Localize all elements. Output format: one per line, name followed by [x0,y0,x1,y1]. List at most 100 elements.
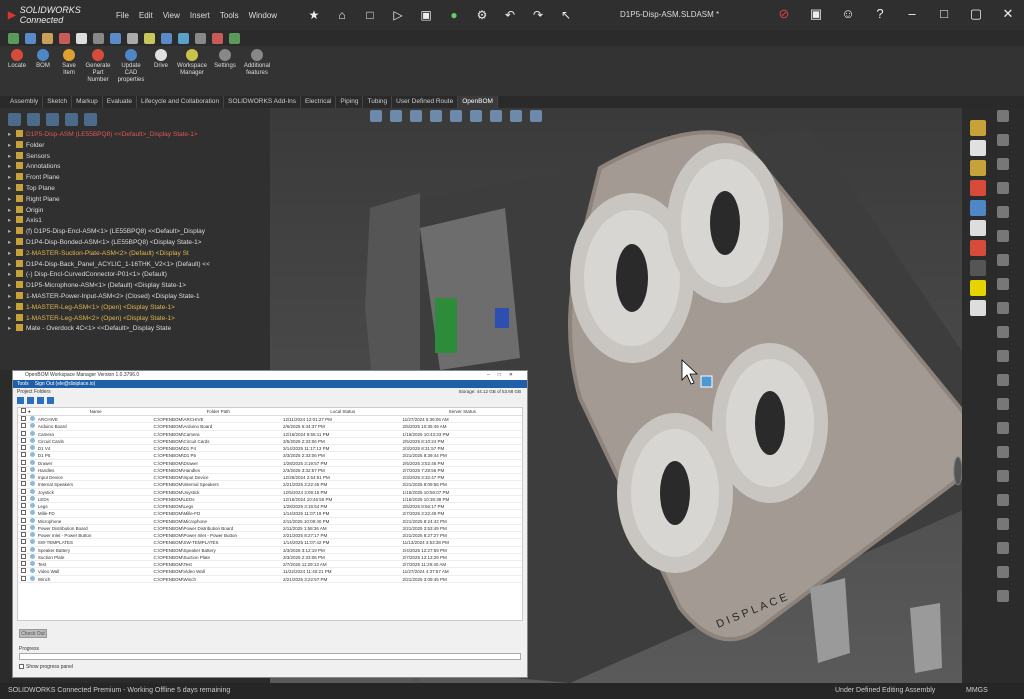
row-checkbox[interactable] [21,481,26,487]
settings-icon[interactable] [47,397,54,404]
tab-electrical[interactable]: Electrical [301,96,337,108]
undo-icon[interactable]: ↶ [503,8,517,22]
tool-icon[interactable] [997,230,1009,242]
display-manager-icon[interactable] [84,112,97,126]
workspace-manager-button[interactable]: Workspace Manager [176,46,208,96]
tab-addins[interactable]: SOLIDWORKS Add-Ins [224,96,302,108]
tool-icon[interactable] [161,32,172,44]
table-row[interactable]: Winch C:\OPENBOM\Winch 2/21/2025 3:22:57 P… [18,575,522,583]
expand-arrow-icon[interactable]: ▸ [8,130,16,141]
locate-button[interactable]: Locate [6,46,28,96]
tree-item[interactable]: ▸ 1-MASTER-Power-Input-ASM<2> (Closed) <D… [8,291,223,303]
tab-markup[interactable]: Markup [72,96,103,108]
expand-arrow-icon[interactable]: ▸ [8,238,16,249]
row-checkbox[interactable] [21,553,26,559]
openbom-icon[interactable] [970,300,986,316]
drive-button[interactable]: Drive [150,46,172,96]
menu-tools[interactable]: Tools [220,11,239,20]
tool-icon[interactable] [997,398,1009,410]
configuration-manager-icon[interactable] [46,112,59,126]
tree-item[interactable]: ▸ Axis1 [8,216,223,227]
maximize-icon[interactable]: ▢ [968,6,984,22]
expand-arrow-icon[interactable]: ▸ [8,216,16,227]
row-checkbox[interactable] [21,517,26,523]
tool-icon[interactable] [997,350,1009,362]
tool-icon[interactable] [110,32,121,44]
additional-features-button[interactable]: Additional features [242,46,272,96]
tree-item[interactable]: ▸ D1P5-Microphone-ASM<1> (Default) <Displ… [8,281,223,292]
tab-sketch[interactable]: Sketch [43,96,73,108]
table-row[interactable]: Suction Plate C:\OPENBOM\Suction Plate 3/3… [18,553,522,561]
tool-icon[interactable] [997,446,1009,458]
table-row[interactable]: D1 V4 C:\OPENBOM\D1 P4 3/14/2025 11:17:13 … [18,445,522,453]
table-row[interactable]: Mille-FD C:\OPENBOM\Mille-FD 1/14/2025 11:… [18,510,522,518]
tool-icon[interactable] [997,470,1009,482]
appearances-icon[interactable] [970,180,986,196]
table-row[interactable]: Arduino Board C:\OPENBOM\Arduino Board 2/6… [18,423,522,431]
tab-piping[interactable]: Piping [336,96,364,108]
tool-icon[interactable] [997,254,1009,266]
tab-tubing[interactable]: Tubing [363,96,393,108]
table-row[interactable]: Power Inlet - Power Button C:\OPENBOM\Pow… [18,532,522,540]
tree-item[interactable]: ▸ 1-MASTER-Leg-ASM<1> (Open) <Display Sta… [8,302,223,314]
row-checkbox[interactable] [21,416,26,421]
row-checkbox[interactable] [21,452,26,458]
tree-item[interactable]: ▸ 1-MASTER-Leg-ASM<2> (Open) <Display Sta… [8,313,223,325]
options-gear-icon[interactable]: ⚙ [475,8,489,22]
table-row[interactable]: Legs C:\OPENBOM\Legs 1/28/2025 3:16:54 PM 2… [18,503,522,511]
column-server-status[interactable]: Server Status [402,408,522,415]
feature-manager-icon[interactable] [8,112,21,126]
row-checkbox[interactable] [21,561,26,566]
tool-icon[interactable] [997,542,1009,554]
tab-openbom[interactable]: OpenBOM [458,96,498,108]
row-checkbox[interactable] [21,510,26,516]
table-row[interactable]: Power Distribution Board C:\OPENBOM\Power… [18,524,522,532]
tree-item[interactable]: ▸ Right Plane [8,194,223,206]
tool-icon[interactable] [997,422,1009,434]
home-icon[interactable]: ⌂ [335,8,349,22]
tool-icon[interactable] [144,32,155,44]
tool-icon[interactable] [997,182,1009,194]
status-units[interactable]: MMGS [966,687,988,694]
row-checkbox[interactable] [21,503,26,508]
open-icon[interactable]: ▷ [391,8,405,22]
tool-icon[interactable] [178,32,189,44]
row-checkbox[interactable] [21,437,26,443]
design-library-icon[interactable] [970,140,986,156]
tool-icon[interactable] [93,32,104,44]
bom-button[interactable]: BOM [32,46,54,96]
tree-item[interactable]: ▸ D1P4-Disp-Back_Panel_ACYLIC_1-16THK_V2<… [8,259,223,271]
row-checkbox[interactable] [21,459,26,465]
tool-icon[interactable] [997,302,1009,314]
menu-edit[interactable]: Edit [139,11,153,20]
row-checkbox[interactable] [21,539,26,545]
tree-item[interactable]: ▸ Front Plane [8,173,223,184]
solidworks-forum-icon[interactable] [970,220,986,236]
pen-icon[interactable] [970,260,986,276]
new-document-icon[interactable]: □ [363,8,377,22]
update-cad-properties-button[interactable]: Update CAD properties [116,46,146,96]
settings-button[interactable]: Settings [212,46,238,96]
row-checkbox[interactable] [21,423,26,429]
expand-arrow-icon[interactable]: ▸ [8,152,16,163]
table-row[interactable]: D1 P5 C:\OPENBOM\D1 P5 3/3/2025 2:33:06 PM… [18,452,522,460]
table-row[interactable]: Joystick C:\OPENBOM\Joystick 12/5/2024 3:0… [18,488,522,496]
tree-item[interactable]: ▸ Sensors [8,151,223,163]
menu-view[interactable]: View [163,11,180,20]
restore-icon[interactable]: □ [936,6,952,22]
redo-icon[interactable]: ↷ [531,8,545,22]
command-search-icon[interactable]: ▣ [808,6,824,22]
tree-item[interactable]: ▸ D1P4-Disp-Bonded-ASM<1> (LE55BPQ8) <Dis… [8,237,223,249]
tool-icon[interactable] [997,326,1009,338]
row-checkbox[interactable] [21,568,26,574]
show-progress-option[interactable]: Show progress panel [19,664,73,670]
tool-icon[interactable] [229,32,240,44]
expand-arrow-icon[interactable]: ▸ [8,141,16,152]
dimxpert-icon[interactable] [65,112,78,126]
view-palette-icon[interactable] [970,240,986,256]
row-checkbox[interactable] [21,466,26,472]
expand-arrow-icon[interactable]: ▸ [8,184,16,195]
close-icon[interactable]: ✕ [1000,6,1016,22]
minimize-icon[interactable]: – [904,6,920,22]
refresh-icon[interactable] [17,397,24,404]
